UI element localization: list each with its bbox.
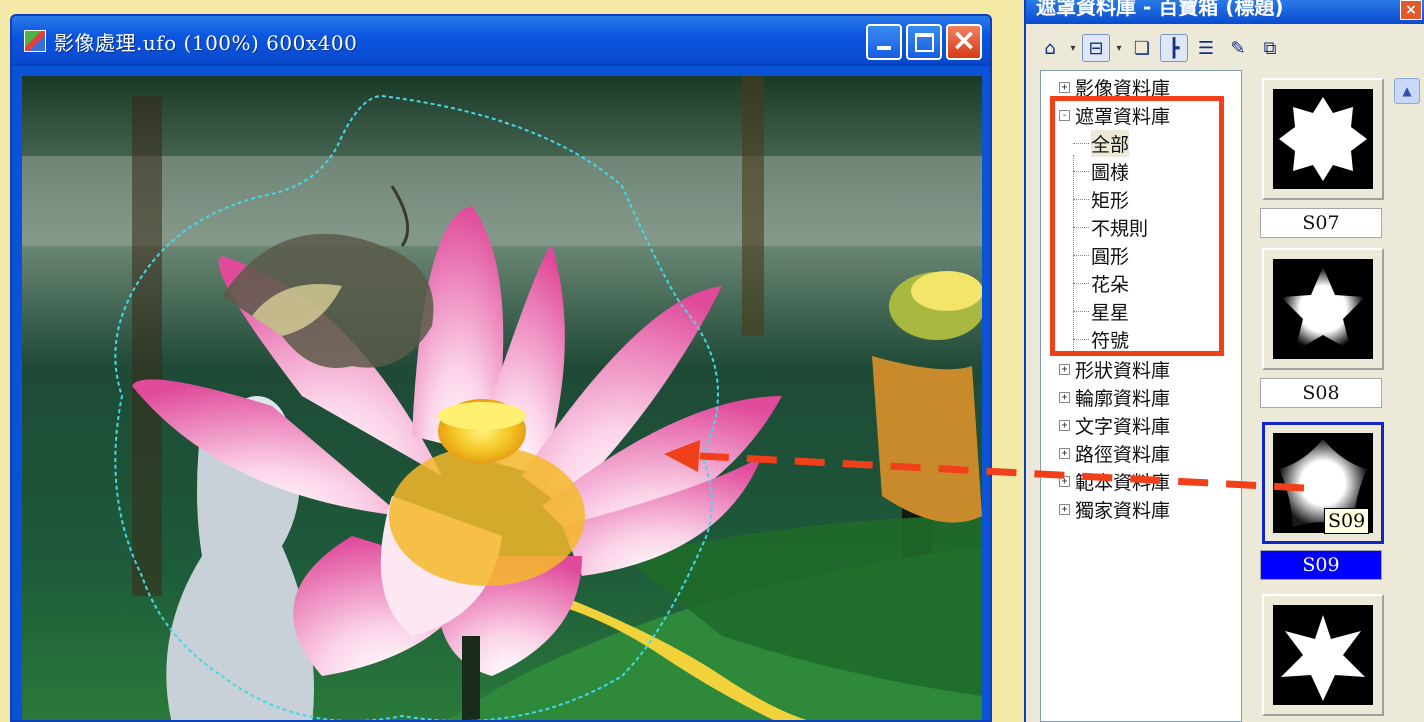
image-window: 影像處理.ufo (100%) 600x400 × — [10, 14, 992, 722]
dropdown-arrow-icon[interactable]: ▾ — [1114, 43, 1124, 54]
library-toolbar: ⌂ ▾ ⊟ ▾ ❏ ┣ ☰ ✎ ⧉ — [1026, 28, 1424, 68]
tree-item-outline-library[interactable]: + 輪廓資料庫 — [1059, 383, 1170, 411]
expand-icon[interactable]: + — [1059, 419, 1070, 431]
mask-thumbnail-s07[interactable] — [1262, 78, 1384, 200]
expand-icon[interactable]: + — [1059, 391, 1070, 403]
maximize-icon — [915, 33, 934, 52]
library-close-button[interactable]: × — [1400, 0, 1422, 20]
mask-thumbnail-list[interactable]: ▲ S07 S08 S09 — [1248, 70, 1424, 722]
minimize-icon — [877, 46, 891, 50]
library-title: 遮罩資料庫 - 百寶箱 (標題) — [1036, 0, 1284, 19]
app-image-icon — [24, 30, 46, 52]
lotus-composite-image — [22, 76, 982, 720]
tree-item-text-library[interactable]: + 文字資料庫 — [1059, 411, 1170, 439]
mask-label-s09[interactable]: S09 — [1260, 550, 1382, 580]
drive-icon[interactable]: ⊟ — [1082, 34, 1110, 62]
mask-thumbnail-next[interactable] — [1262, 594, 1384, 716]
scroll-up-button[interactable]: ▲ — [1394, 78, 1420, 104]
tree-view-icon[interactable]: ┣ — [1160, 34, 1188, 62]
copy-icon[interactable]: ⧉ — [1256, 34, 1284, 62]
dropdown-arrow-icon[interactable]: ▾ — [1068, 43, 1078, 54]
house-icon[interactable]: ⌂ — [1036, 34, 1064, 62]
maximize-button[interactable] — [906, 24, 942, 60]
pentagon-star-mask-icon — [1273, 259, 1373, 359]
highlight-annotation-box — [1050, 96, 1224, 356]
mask-label-s07[interactable]: S07 — [1260, 208, 1382, 238]
image-canvas[interactable] — [22, 76, 982, 720]
close-button[interactable]: × — [946, 23, 982, 60]
tree-item-template-library[interactable]: + 範本資料庫 — [1059, 467, 1170, 495]
image-window-titlebar[interactable]: 影像處理.ufo (100%) 600x400 × — [12, 16, 990, 66]
spiky-star-mask-icon — [1273, 605, 1373, 705]
image-window-title: 影像處理.ufo (100%) 600x400 — [54, 30, 358, 55]
close-icon: × — [951, 23, 977, 58]
mask-thumbnail-s08[interactable] — [1262, 248, 1384, 370]
expand-icon[interactable]: + — [1059, 363, 1070, 375]
thumbnail-tooltip: S09 — [1324, 508, 1370, 534]
mask-label-s08[interactable]: S08 — [1260, 378, 1382, 408]
expand-icon[interactable]: + — [1059, 447, 1070, 459]
tree-item-exclusive-library[interactable]: + 獨家資料庫 — [1059, 495, 1170, 523]
tree-item-shape-library[interactable]: + 形狀資料庫 — [1059, 355, 1170, 383]
expand-icon[interactable]: + — [1059, 81, 1070, 93]
list-icon[interactable]: ☰ — [1192, 34, 1220, 62]
expand-icon[interactable]: + — [1059, 503, 1070, 515]
library-titlebar[interactable]: 遮罩資料庫 - 百寶箱 (標題) × — [1026, 0, 1424, 24]
minimize-button[interactable] — [866, 24, 902, 60]
star-mask-icon — [1273, 89, 1373, 189]
tree-item-path-library[interactable]: + 路徑資料庫 — [1059, 439, 1170, 467]
edit-icon[interactable]: ✎ — [1224, 34, 1252, 62]
cards-icon[interactable]: ❏ — [1128, 34, 1156, 62]
expand-icon[interactable]: + — [1059, 475, 1070, 487]
